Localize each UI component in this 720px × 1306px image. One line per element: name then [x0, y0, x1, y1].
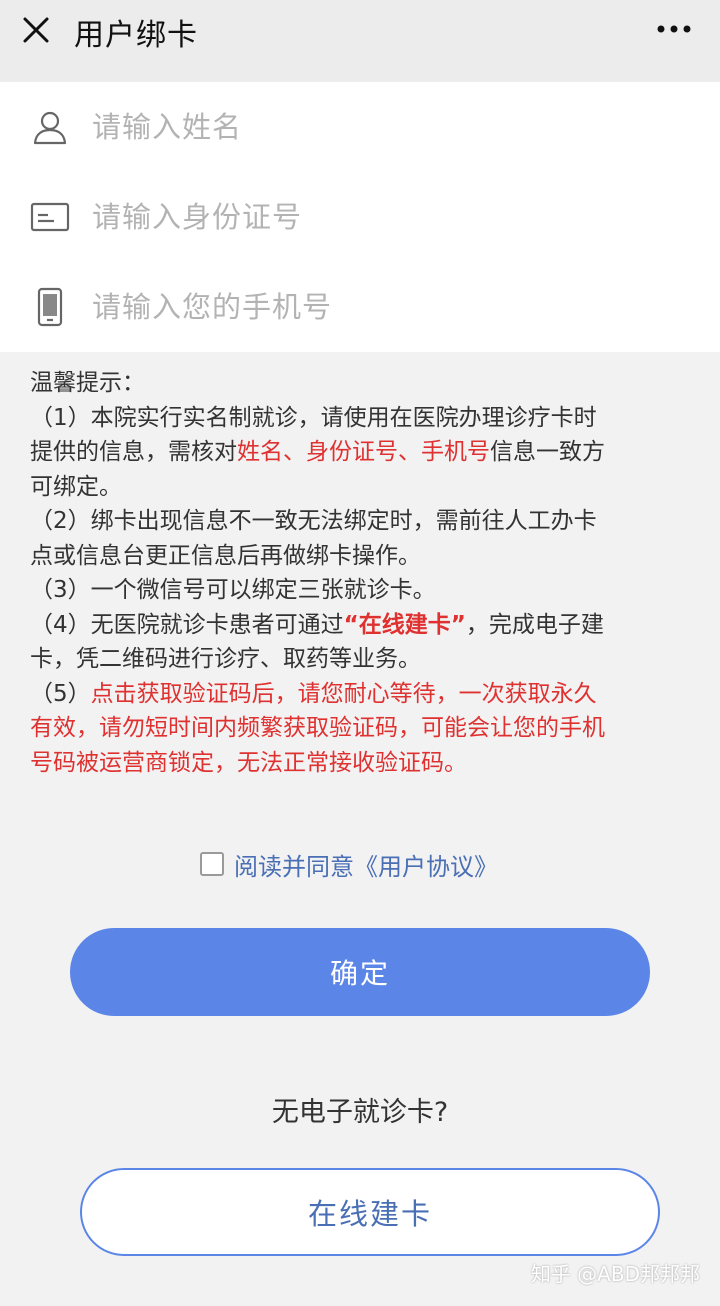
more-dots-icon — [657, 25, 691, 33]
id-card-icon — [30, 197, 70, 237]
tip-4-line-2: 卡，凭二维码进行诊疗、取药等业务。 — [30, 646, 421, 672]
user-agreement-link[interactable]: 阅读并同意《用户协议》 — [234, 847, 498, 882]
tip-2-line-1: （2）绑卡出现信息不一致无法绑定时，需前往人工办卡 — [30, 508, 597, 534]
tip-5-line-2: 有效，请勿短时间内频繁获取验证码，可能会让您的手机 — [30, 715, 605, 741]
id-row — [0, 172, 720, 262]
tip-1-text-end: 信息一致方 — [490, 439, 605, 465]
phone-input[interactable] — [92, 282, 692, 332]
name-input[interactable] — [92, 102, 692, 152]
tip-5-number: （5） — [30, 680, 91, 707]
mobile-phone-icon — [30, 287, 70, 327]
tip-5-warning: 点击获取验证码后，请您耐心等待，一次获取永久 — [90, 680, 597, 707]
agreement-checkbox[interactable] — [200, 852, 224, 876]
close-button[interactable] — [18, 12, 54, 48]
tip-2-line-2: 点或信息台更正信息后再做绑卡操作。 — [30, 542, 421, 569]
bind-card-page: 用户绑卡 请输入姓名 请输入身份证号 请输入您的手机号 温馨提示： （1）本院实… — [0, 0, 720, 1306]
more-button[interactable] — [654, 14, 694, 44]
tip-1-highlight: 姓名、身份证号、手机号 — [237, 439, 490, 465]
tip-1-line-3: 可绑定。 — [30, 473, 122, 500]
app-header: 用户绑卡 — [0, 0, 720, 82]
close-icon — [23, 17, 49, 43]
tip-1-text: 提供的信息，需核对 — [30, 439, 237, 465]
tip-5-line-1: （5）点击获取验证码后，请您耐心等待，一次获取永久 — [30, 677, 690, 712]
name-row — [0, 82, 720, 172]
watermark: 知乎 @ABD邦邦邦 — [530, 1262, 700, 1286]
tip-1-line-2: 提供的信息，需核对姓名、身份证号、手机号信息一致方 — [30, 435, 690, 470]
tip-4-highlight: “在线建卡” — [343, 611, 466, 638]
tip-4-text: （4）无医院就诊卡患者可通过 — [30, 611, 344, 638]
tip-3-line-1: （3）一个微信号可以绑定三张就诊卡。 — [30, 577, 436, 603]
phone-row — [0, 262, 720, 352]
online-card-button[interactable]: 在线建卡 — [80, 1168, 660, 1256]
tip-4-line-1: （4）无医院就诊卡患者可通过“在线建卡”，完成电子建 — [30, 608, 690, 643]
no-card-prompt: 无电子就诊卡? — [271, 1097, 449, 1128]
tip-4-text-end: ，完成电子建 — [465, 611, 604, 638]
page-title: 用户绑卡 — [74, 18, 198, 53]
bind-form — [0, 82, 720, 352]
tips-section: 温馨提示： （1）本院实行实名制就诊，请使用在医院办理诊疗卡时 提供的信息，需核… — [30, 366, 690, 780]
confirm-button[interactable]: 确定 — [70, 928, 650, 1016]
agreement-row[interactable]: 阅读并同意《用户协议》 — [200, 846, 498, 882]
tips-heading: 温馨提示： — [30, 370, 145, 396]
id-number-input[interactable] — [92, 192, 692, 242]
user-icon — [30, 107, 70, 147]
tip-5-line-3: 号码被运营商锁定，无法正常接收验证码。 — [30, 749, 467, 776]
tip-1-line-1: （1）本院实行实名制就诊，请使用在医院办理诊疗卡时 — [30, 404, 597, 431]
